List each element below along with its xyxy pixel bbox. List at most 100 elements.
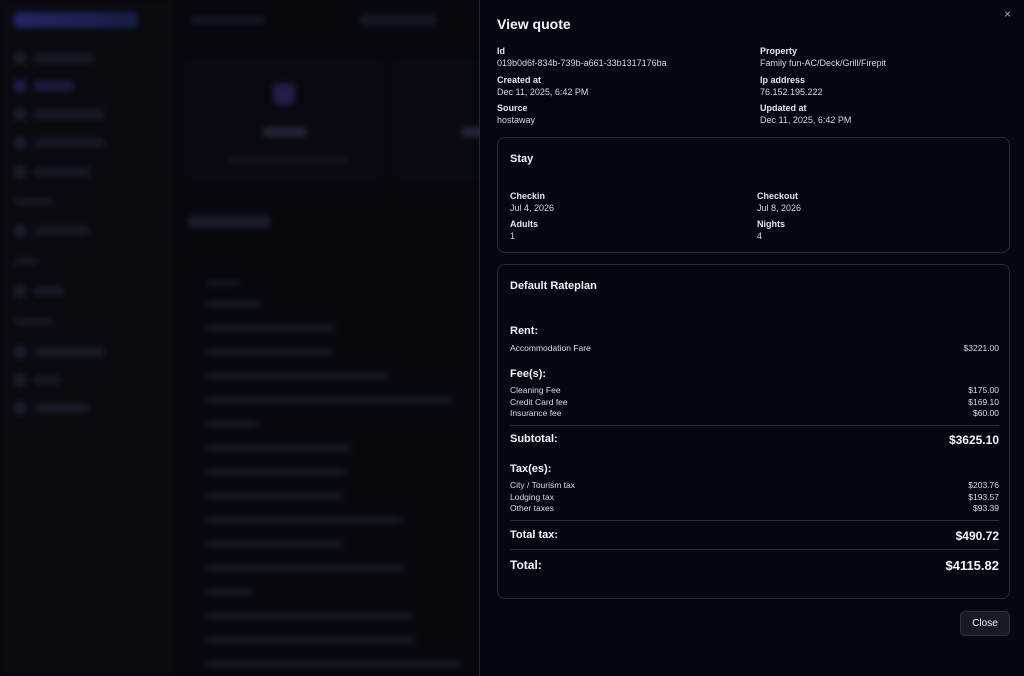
list-item bbox=[206, 300, 262, 308]
nav-icon bbox=[14, 346, 26, 358]
meta-value: Dec 11, 2025, 6:42 PM bbox=[497, 87, 589, 97]
sidebar-item bbox=[34, 138, 104, 148]
rateplan-panel: Default Rateplan Rent: Accommodation Far… bbox=[497, 264, 1010, 599]
tax-line-item: Lodging tax $193.57 bbox=[510, 492, 999, 503]
line-item-amount: $93.39 bbox=[973, 503, 999, 513]
app-logo bbox=[14, 12, 138, 28]
total-label: Total: bbox=[510, 558, 542, 572]
meta-value: Dec 11, 2025, 6:42 PM bbox=[760, 115, 852, 125]
sidebar-item bbox=[34, 109, 104, 119]
meta-value: Family fun-AC/Deck/Grill/Firepit bbox=[760, 58, 887, 68]
line-item-label: Credit Card fee bbox=[510, 397, 568, 407]
meta-label: Id bbox=[497, 46, 505, 56]
meta-created-at: Created at Dec 11, 2025, 6:42 PM bbox=[497, 75, 588, 98]
tax-line-item: City / Tourism tax $203.76 bbox=[510, 480, 999, 491]
stay-value: 4 bbox=[757, 231, 763, 241]
card-caption bbox=[227, 157, 347, 163]
section-heading bbox=[188, 216, 270, 228]
line-item-amount: $193.57 bbox=[968, 492, 999, 502]
close-button[interactable]: Close bbox=[960, 611, 1010, 636]
rent-heading: Rent: bbox=[510, 325, 539, 337]
list-item bbox=[206, 564, 404, 572]
meta-label: Source bbox=[497, 103, 528, 113]
sidebar-item bbox=[34, 347, 104, 357]
tax-line-item: Other taxes $93.39 bbox=[510, 503, 999, 514]
meta-source: Source hostaway bbox=[497, 103, 535, 126]
sidebar-item bbox=[34, 403, 90, 413]
divider bbox=[510, 425, 999, 426]
subtotal-value: $3625.10 bbox=[948, 433, 999, 447]
line-item-amount: $169.10 bbox=[968, 397, 999, 407]
nav-icon bbox=[14, 374, 26, 386]
stay-adults: Adults 1 bbox=[510, 219, 538, 242]
fee-line-item: Insurance fee $60.00 bbox=[510, 408, 999, 419]
table-header bbox=[206, 280, 240, 286]
list-item bbox=[206, 636, 416, 644]
card-icon bbox=[273, 83, 295, 105]
sidebar-item bbox=[34, 81, 74, 91]
list-item bbox=[206, 588, 254, 596]
list-item bbox=[206, 468, 346, 476]
line-item-amount: $3221.00 bbox=[963, 343, 999, 353]
meta-value: hostaway bbox=[497, 115, 536, 125]
meta-label: Ip address bbox=[760, 75, 806, 85]
drawer-title: View quote bbox=[497, 16, 571, 32]
nav-icon bbox=[14, 52, 26, 64]
stay-label: Adults bbox=[510, 219, 538, 229]
stay-nights: Nights 4 bbox=[757, 219, 785, 242]
sidebar-item bbox=[34, 375, 60, 385]
total-value: $4115.82 bbox=[945, 558, 999, 573]
stay-panel: Stay Checkin Jul 4, 2026 Checkout Jul 8,… bbox=[497, 137, 1010, 253]
nav-icon bbox=[14, 166, 26, 178]
stay-checkout: Checkout Jul 8, 2026 bbox=[757, 191, 801, 214]
view-quote-drawer: View quote × Id 019b0d6f-834b-739b-a661-… bbox=[479, 0, 1024, 676]
list-item bbox=[206, 396, 452, 404]
line-item-amount: $60.00 bbox=[973, 408, 999, 418]
meta-label: Updated at bbox=[760, 103, 807, 113]
list-item bbox=[206, 540, 344, 548]
line-item-label: City / Tourism tax bbox=[510, 480, 576, 490]
nav-icon bbox=[14, 285, 26, 297]
stay-label: Nights bbox=[757, 219, 785, 229]
list-item bbox=[206, 324, 336, 332]
meta-label: Property bbox=[760, 46, 798, 56]
divider bbox=[510, 520, 999, 521]
list-item bbox=[206, 444, 352, 452]
line-item-label: Lodging tax bbox=[510, 492, 554, 502]
summary-card bbox=[186, 60, 382, 178]
fee-line-item: Cleaning Fee $175.00 bbox=[510, 385, 999, 396]
list-item bbox=[206, 612, 414, 620]
meta-value: 019b0d6f-834b-739b-a661-33b1317176ba bbox=[497, 58, 667, 68]
stay-checkin: Checkin Jul 4, 2026 bbox=[510, 191, 554, 214]
sidebar-section bbox=[14, 258, 38, 265]
nav-icon bbox=[14, 225, 26, 237]
stay-label: Checkout bbox=[757, 191, 799, 201]
nav-icon bbox=[14, 108, 26, 120]
nav-icon bbox=[14, 402, 26, 414]
card-value bbox=[263, 127, 307, 137]
close-icon[interactable]: × bbox=[1004, 8, 1011, 20]
line-item-amount: $175.00 bbox=[968, 385, 999, 395]
rent-line-item: Accommodation Fare $3221.00 bbox=[510, 343, 999, 354]
fees-heading: Fee(s): bbox=[510, 368, 547, 380]
subtotal-label: Subtotal: bbox=[510, 433, 558, 445]
stay-label: Checkin bbox=[510, 191, 546, 201]
taxes-heading: Tax(es): bbox=[510, 463, 552, 475]
sidebar-item bbox=[34, 226, 90, 236]
line-item-label: Insurance fee bbox=[510, 408, 562, 418]
line-item-label: Other taxes bbox=[510, 503, 554, 513]
sidebar-section bbox=[14, 318, 54, 325]
total-tax-label: Total tax: bbox=[510, 529, 559, 541]
list-item bbox=[206, 516, 402, 524]
rateplan-title: Default Rateplan bbox=[510, 280, 597, 292]
sidebar-item bbox=[34, 286, 64, 296]
meta-id: Id 019b0d6f-834b-739b-a661-33b1317176ba bbox=[497, 46, 667, 69]
stay-title: Stay bbox=[510, 153, 534, 165]
sidebar-item bbox=[34, 53, 94, 63]
list-item bbox=[206, 660, 462, 668]
nav-icon bbox=[14, 80, 26, 92]
total-tax-row: Total tax: $490.72 bbox=[510, 529, 999, 543]
header-text bbox=[190, 16, 266, 24]
list-item bbox=[206, 492, 344, 500]
meta-property: Property Family fun-AC/Deck/Grill/Firepi… bbox=[760, 46, 886, 69]
